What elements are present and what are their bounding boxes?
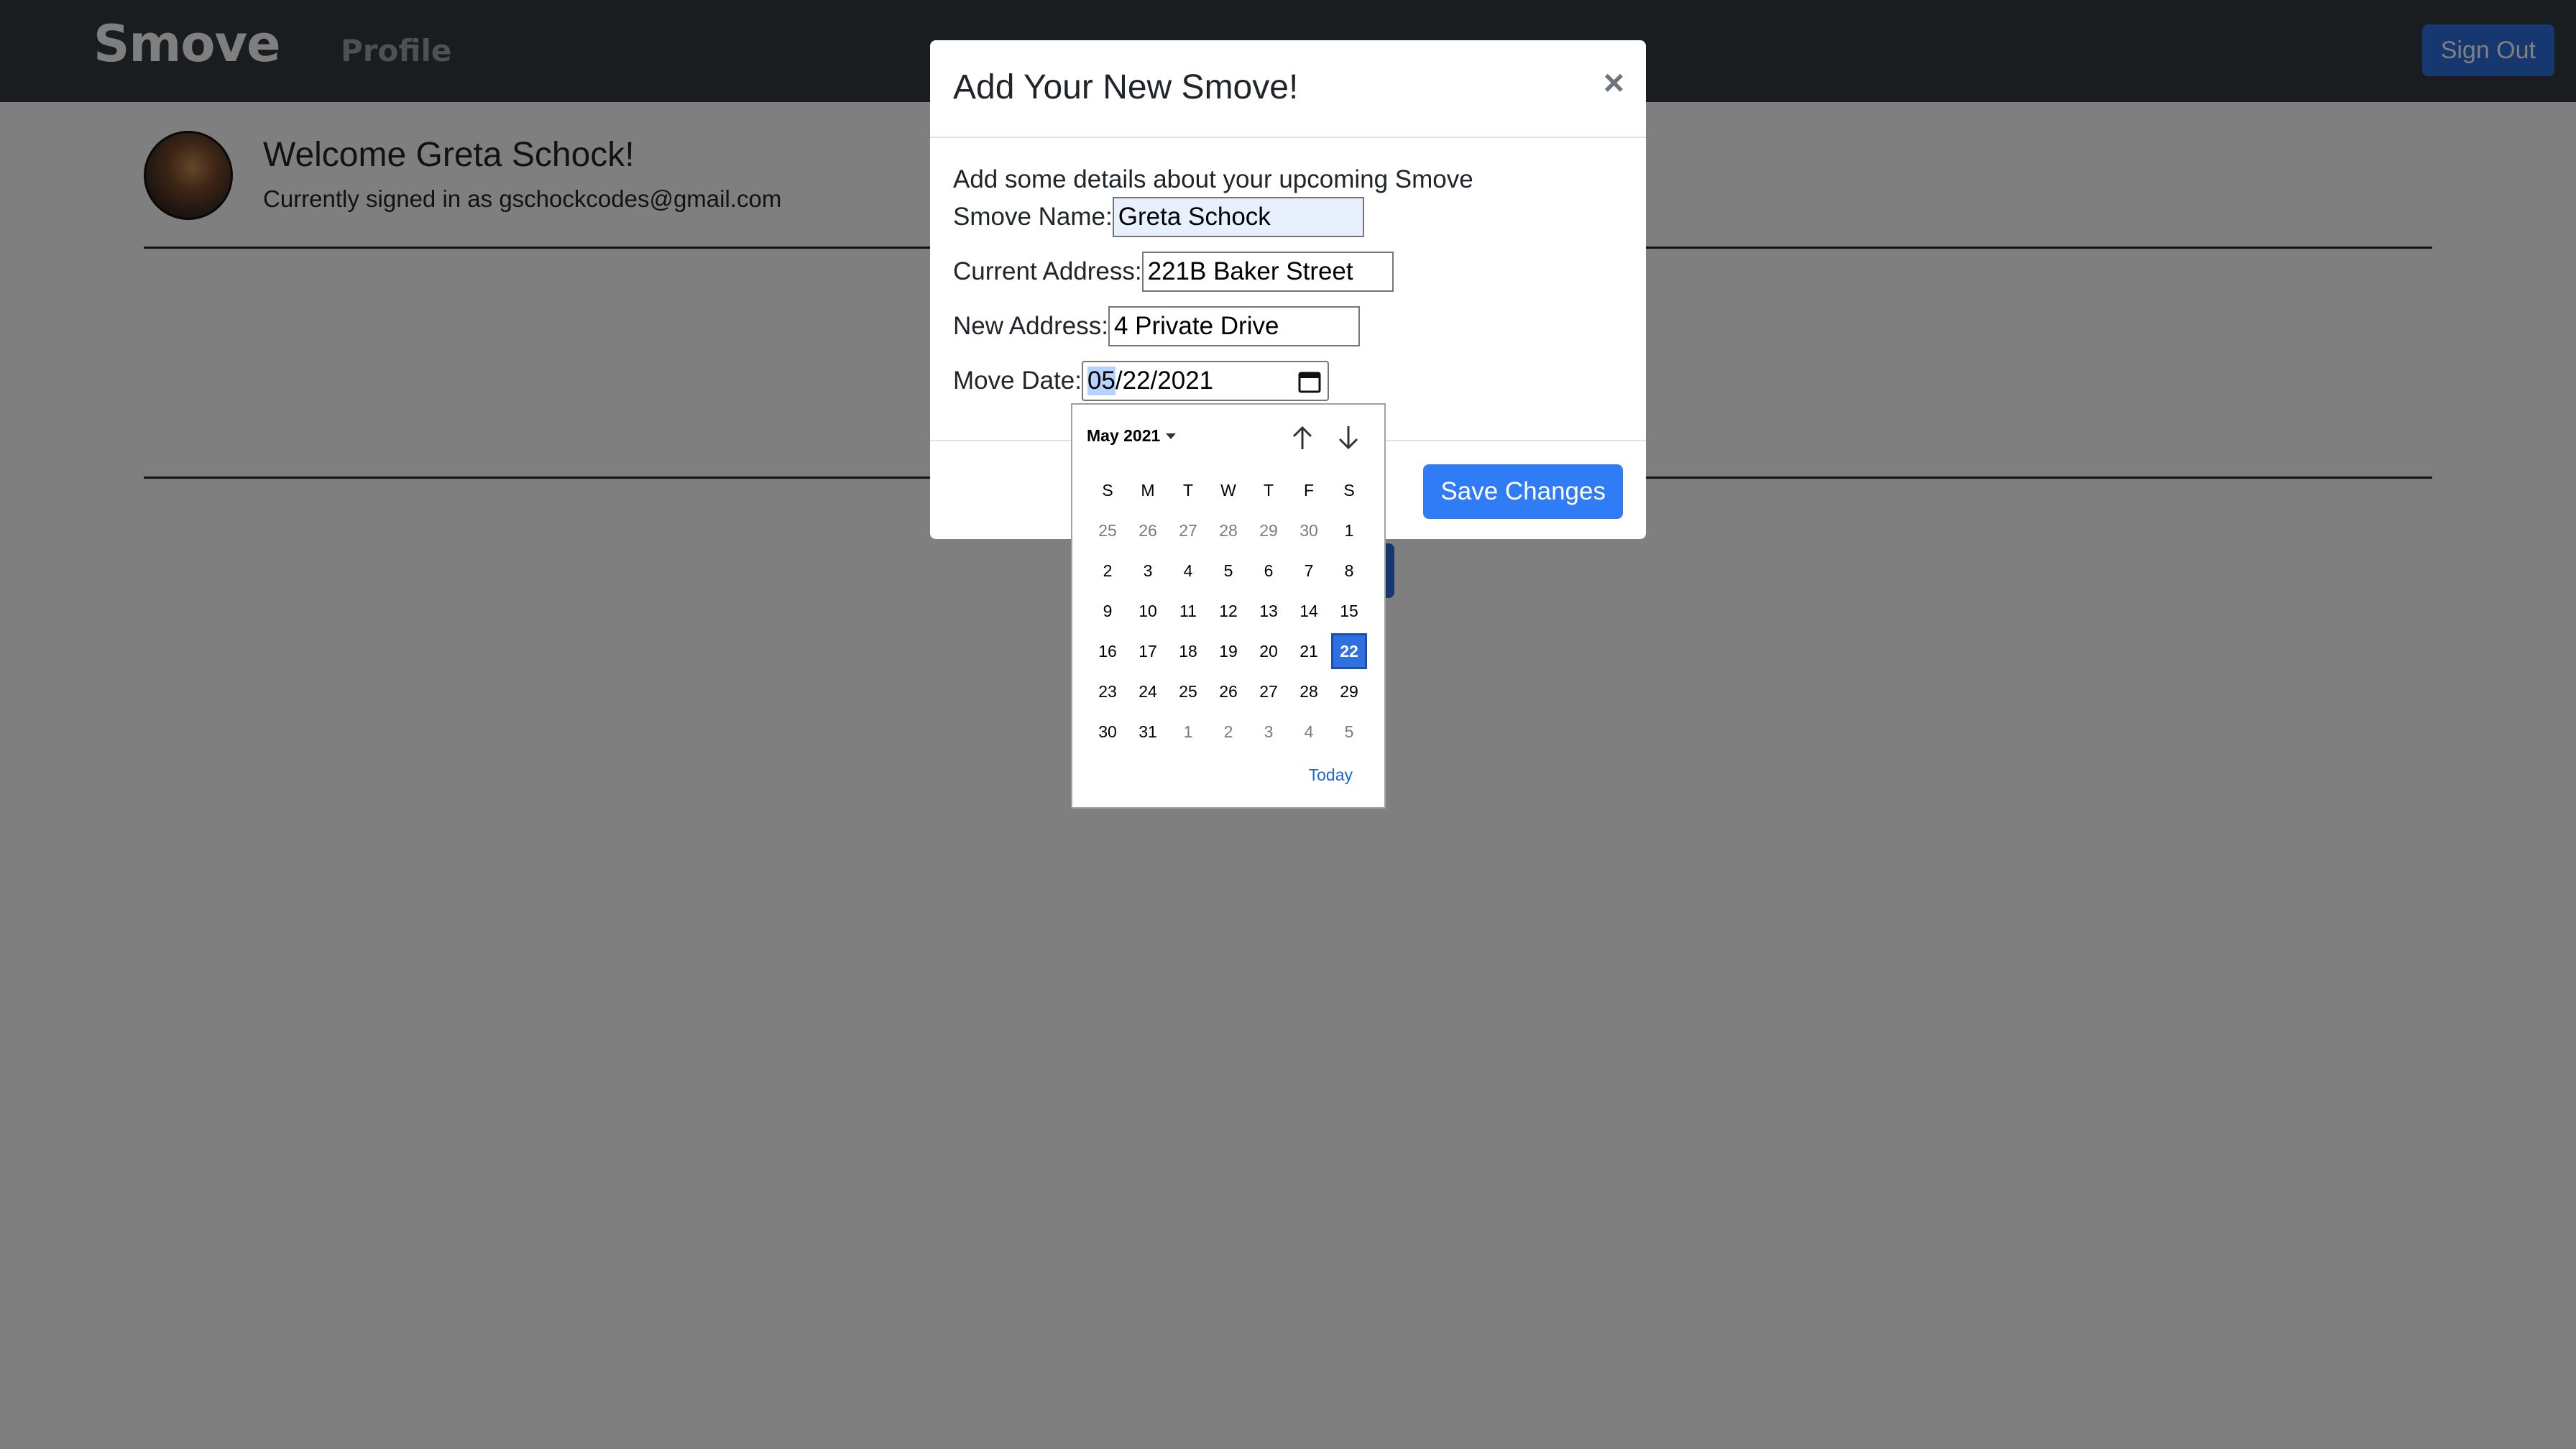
calendar-day[interactable]: 4	[1170, 553, 1206, 589]
save-changes-button[interactable]: Save Changes	[1423, 464, 1623, 519]
calendar-day[interactable]: 3	[1251, 714, 1287, 750]
weekday-label: T	[1263, 480, 1274, 500]
calendar-day[interactable]: 8	[1331, 553, 1367, 589]
calendar-day[interactable]: 2	[1090, 553, 1126, 589]
calendar-day[interactable]: 15	[1331, 593, 1367, 629]
calendar-day[interactable]: 4	[1291, 714, 1327, 750]
calendar-day[interactable]: 13	[1251, 593, 1287, 629]
calendar-day[interactable]: 2	[1210, 714, 1246, 750]
calendar-day[interactable]: 29	[1331, 673, 1367, 709]
current-address-row: Current Address: 221B Baker Street	[953, 252, 1394, 292]
calendar-day[interactable]: 26	[1130, 512, 1166, 548]
smove-name-input[interactable]: Greta Schock	[1112, 197, 1364, 237]
caret-down-icon	[1166, 433, 1177, 439]
week-row: 9 10 11 12 13 14 15	[1087, 593, 1374, 633]
calendar-day[interactable]: 29	[1251, 512, 1287, 548]
calendar-day[interactable]: 25	[1090, 512, 1126, 548]
smove-name-row: Smove Name: Greta Schock	[953, 197, 1364, 237]
weekday-label: S	[1343, 480, 1355, 500]
calendar-day[interactable]: 28	[1210, 512, 1246, 548]
calendar-day[interactable]: 1	[1331, 512, 1367, 548]
modal-header: Add Your New Smove! ×	[930, 40, 1646, 138]
calendar-day[interactable]: 5	[1331, 714, 1367, 750]
calendar-day[interactable]: 12	[1210, 593, 1246, 629]
weekday-label: W	[1220, 480, 1236, 500]
calendar-day[interactable]: 24	[1130, 673, 1166, 709]
calendar-day[interactable]: 28	[1291, 673, 1327, 709]
calendar-day[interactable]: 31	[1130, 714, 1166, 750]
calendar-day[interactable]: 7	[1291, 553, 1327, 589]
calendar-day[interactable]: 27	[1251, 673, 1287, 709]
calendar-day[interactable]: 18	[1170, 633, 1206, 669]
calendar-day[interactable]: 19	[1210, 633, 1246, 669]
weekday-label: M	[1141, 480, 1155, 500]
calendar-day[interactable]: 9	[1090, 593, 1126, 629]
weekday-label: S	[1102, 480, 1113, 500]
week-row: 25 26 27 28 29 30 1	[1087, 512, 1374, 553]
calendar-day[interactable]: 5	[1210, 553, 1246, 589]
weekday-label: F	[1303, 480, 1315, 500]
smove-name-label: Smove Name:	[953, 203, 1113, 231]
weekday-header: S M T W T F S	[1087, 472, 1374, 512]
move-date-row: Move Date: 05/22/2021	[953, 361, 1329, 401]
calendar-day[interactable]: 14	[1291, 593, 1327, 629]
calendar-day[interactable]: 30	[1291, 512, 1327, 548]
close-icon[interactable]: ×	[1604, 65, 1624, 101]
arrow-up-icon[interactable]	[1288, 423, 1317, 452]
move-date-input[interactable]: 05/22/2021	[1081, 361, 1329, 401]
arrow-down-icon[interactable]	[1334, 423, 1363, 452]
current-address-input[interactable]: 221B Baker Street	[1141, 252, 1394, 292]
date-rest-segment[interactable]: /22/2021	[1116, 367, 1213, 395]
calendar-day-selected[interactable]: 22	[1331, 633, 1367, 669]
calendar-day[interactable]: 21	[1291, 633, 1327, 669]
calendar-day[interactable]: 3	[1130, 553, 1166, 589]
calendar-day[interactable]: 23	[1090, 673, 1126, 709]
calendar-day[interactable]: 10	[1130, 593, 1166, 629]
new-address-input[interactable]: 4 Private Drive	[1108, 306, 1360, 346]
calendar-day[interactable]: 16	[1090, 633, 1126, 669]
calendar-day[interactable]: 20	[1251, 633, 1287, 669]
new-address-row: New Address: 4 Private Drive	[953, 306, 1360, 346]
week-row: 16 17 18 19 20 21 22	[1087, 633, 1374, 673]
date-month-segment[interactable]: 05	[1087, 367, 1116, 395]
today-link[interactable]: Today	[1309, 765, 1353, 785]
week-row: 23 24 25 26 27 28 29	[1087, 673, 1374, 714]
modal-intro-text: Add some details about your upcoming Smo…	[953, 165, 1473, 193]
calendar-day[interactable]: 1	[1170, 714, 1206, 750]
current-address-label: Current Address:	[953, 257, 1142, 285]
weekday-label: T	[1182, 480, 1194, 500]
calendar-icon[interactable]	[1297, 369, 1322, 394]
date-picker-popup: May 2021 S M T W T F S 25 26 27 28 29 30 1 2 3 4 5…	[1071, 403, 1386, 809]
calendar-day[interactable]: 27	[1170, 512, 1206, 548]
calendar-day[interactable]: 30	[1090, 714, 1126, 750]
calendar-day[interactable]: 25	[1170, 673, 1206, 709]
calendar-day[interactable]: 26	[1210, 673, 1246, 709]
week-row: 2345678	[1087, 553, 1374, 593]
calendar-day[interactable]: 6	[1251, 553, 1287, 589]
calendar-day[interactable]: 17	[1130, 633, 1166, 669]
month-year-label: May 2021	[1087, 426, 1161, 445]
calendar-day[interactable]: 11	[1170, 593, 1206, 629]
month-year-dropdown[interactable]: May 2021	[1087, 426, 1177, 446]
move-date-label: Move Date:	[953, 367, 1082, 395]
modal-title: Add Your New Smove!	[953, 68, 1299, 106]
new-address-label: New Address:	[953, 312, 1108, 340]
week-row: 30 31 1 2 3 4 5	[1087, 714, 1374, 754]
